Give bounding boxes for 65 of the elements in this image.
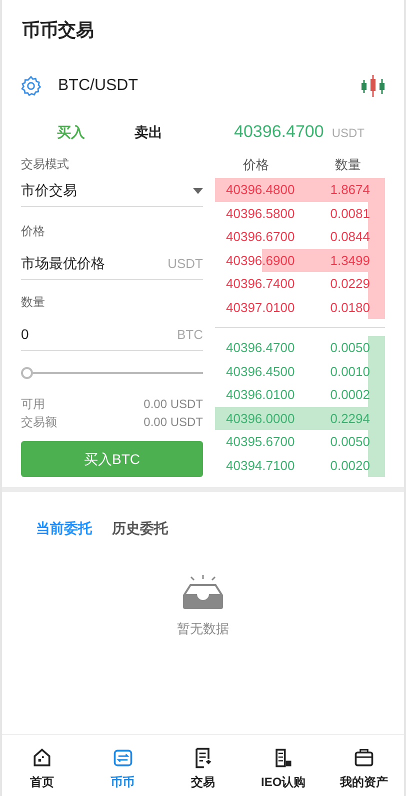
- order-amount[interactable]: 0.0050: [326, 338, 370, 358]
- nav-tab[interactable]: 币币: [82, 747, 163, 796]
- unit-label: USDT: [168, 254, 203, 273]
- pair-symbol[interactable]: BTC/USDT: [58, 74, 360, 98]
- order-amount[interactable]: 0.2294: [326, 408, 370, 428]
- order-amount[interactable]: 0.0229: [326, 274, 370, 294]
- order-price[interactable]: 40396.4800: [226, 180, 326, 200]
- unit-label: BTC: [177, 326, 203, 344]
- nav-tab[interactable]: IEO认购: [243, 747, 324, 796]
- side-tab[interactable]: 卖出: [130, 120, 166, 144]
- side-tab[interactable]: 买入: [52, 120, 89, 144]
- amount-field[interactable]: 0: [21, 324, 29, 345]
- order-price[interactable]: 40397.0100: [226, 298, 326, 317]
- order-price[interactable]: 40396.0000: [226, 408, 326, 428]
- depth-bar: [368, 296, 385, 319]
- info-value: 0.00 USDT: [144, 414, 203, 431]
- depth-bar: [368, 454, 385, 477]
- page-title: 币币交易: [22, 18, 94, 42]
- mode-select[interactable]: 市价交易: [21, 175, 203, 207]
- column-header: 数量: [335, 156, 361, 174]
- order-tab[interactable]: 当前委托: [36, 518, 92, 539]
- order-amount[interactable]: 0.0180: [326, 298, 370, 317]
- caret-icon: [193, 188, 203, 194]
- order-tab[interactable]: 历史委托: [112, 518, 168, 539]
- info-value: 0.00 USDT: [144, 396, 203, 413]
- buy-button[interactable]: 买入BTC: [21, 441, 203, 477]
- info-label: 交易额: [21, 414, 57, 431]
- order-price[interactable]: 40396.5800: [226, 204, 326, 223]
- wallet-icon: [352, 747, 375, 769]
- order-price[interactable]: 40396.4700: [226, 338, 326, 358]
- order-amount[interactable]: 0.0081: [326, 204, 370, 223]
- price-field[interactable]: 市场最优价格: [21, 253, 105, 274]
- price-unit: USDT: [332, 125, 364, 142]
- amount-slider[interactable]: [21, 367, 203, 379]
- order-price[interactable]: 40396.7400: [226, 274, 326, 294]
- nav-tab[interactable]: 交易: [162, 747, 244, 796]
- settings-icon[interactable]: [20, 75, 42, 97]
- field-label: 数量: [21, 295, 45, 309]
- empty-inbox-icon: [182, 575, 224, 609]
- last-price: 40396.4700: [234, 121, 324, 144]
- order-amount[interactable]: 0.0050: [326, 432, 370, 452]
- order-price[interactable]: 40395.6700: [226, 432, 326, 452]
- nav-tab[interactable]: 我的资产: [324, 747, 404, 796]
- order-amount[interactable]: 0.0002: [326, 385, 370, 404]
- slider-thumb[interactable]: [21, 367, 33, 379]
- order-amount[interactable]: 0.0020: [326, 456, 370, 475]
- order-price[interactable]: 40394.7100: [226, 456, 326, 475]
- order-amount[interactable]: 0.0010: [326, 362, 370, 381]
- folder-icon: [112, 747, 134, 769]
- order-amount[interactable]: 1.3499: [326, 250, 370, 270]
- depth-bar: [368, 336, 385, 360]
- info-label: 可用: [21, 396, 45, 413]
- order-price[interactable]: 40396.4500: [226, 362, 326, 381]
- field-label: 交易模式: [21, 157, 69, 171]
- empty-message: 暂无数据: [177, 620, 229, 638]
- order-price[interactable]: 40396.6900: [226, 250, 326, 270]
- order-price[interactable]: 40396.0100: [226, 385, 326, 404]
- candlestick-icon[interactable]: [360, 74, 386, 98]
- order-amount[interactable]: 0.0844: [326, 227, 370, 246]
- field-label: 价格: [21, 224, 45, 238]
- nav-tab[interactable]: 首页: [2, 747, 82, 796]
- home-icon: [31, 747, 54, 769]
- column-header: 价格: [243, 156, 269, 174]
- order-amount[interactable]: 1.8674: [326, 180, 370, 200]
- order-price[interactable]: 40396.6700: [226, 227, 326, 246]
